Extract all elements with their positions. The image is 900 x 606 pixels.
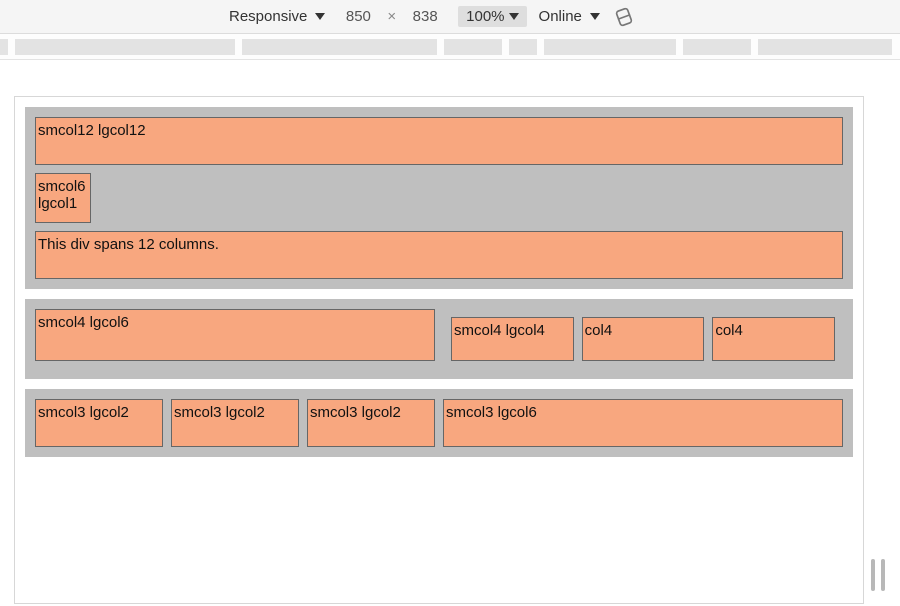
throttling-selector[interactable]: Online	[535, 8, 600, 25]
col-label: smcol4 lgcol6	[38, 314, 129, 331]
grid-row: smcol4 lgcol6 smcol4 lgcol4 col4 col4	[25, 299, 853, 379]
viewport-height-input[interactable]	[400, 5, 450, 29]
col-label: smcol3 lgcol2	[310, 404, 401, 421]
grid-col: smcol3 lgcol2	[35, 399, 163, 447]
canvas-area: smcol12 lgcol12 smcol6 lgcol1 This div s…	[0, 60, 900, 606]
simulated-viewport: smcol12 lgcol12 smcol6 lgcol1 This div s…	[14, 96, 864, 604]
zoom-label: 100%	[466, 8, 504, 25]
grid-row: smcol12 lgcol12 smcol6 lgcol1 This div s…	[25, 107, 853, 289]
viewport-width-input[interactable]	[333, 5, 383, 29]
grid-col: smcol12 lgcol12	[35, 117, 843, 165]
caret-down-icon	[509, 13, 519, 20]
grid-col: This div spans 12 columns.	[35, 231, 843, 279]
col-label: smcol3 lgcol2	[38, 404, 129, 421]
caret-down-icon	[315, 13, 325, 20]
col-label: smcol6	[38, 178, 86, 195]
responsive-toolbar: Responsive × 100% Online	[0, 0, 900, 34]
col-label: smcol3 lgcol6	[446, 404, 537, 421]
caret-down-icon	[590, 13, 600, 20]
rotate-viewport-button[interactable]	[614, 7, 634, 27]
col-label: This div spans 12 columns.	[38, 236, 219, 253]
col-label: smcol3 lgcol2	[174, 404, 265, 421]
col-label: col4	[715, 322, 743, 339]
throttling-label: Online	[535, 8, 586, 25]
grid-col: col4	[582, 317, 705, 361]
device-mode-selector[interactable]: Responsive	[225, 8, 325, 25]
viewport-size: ×	[333, 5, 450, 29]
rotate-icon	[611, 4, 637, 30]
grid-col: smcol3 lgcol2	[171, 399, 299, 447]
viewport-resize-handle[interactable]	[871, 559, 885, 591]
grid-col: col4	[712, 317, 835, 361]
breakpoint-ruler	[0, 34, 900, 60]
grid-col: smcol6 lgcol1	[35, 173, 91, 223]
col-label: smcol12 lgcol12	[38, 122, 146, 139]
grid-col: smcol4 lgcol4	[451, 317, 574, 361]
nested-row: smcol4 lgcol4 col4 col4	[447, 313, 839, 365]
nested-grid-col: smcol4 lgcol4 col4 col4	[443, 309, 843, 369]
grid-col: smcol3 lgcol2	[307, 399, 435, 447]
device-mode-label: Responsive	[225, 8, 311, 25]
dimension-separator: ×	[387, 8, 396, 25]
grid-col: smcol4 lgcol6	[35, 309, 435, 361]
grid-col: smcol3 lgcol6	[443, 399, 843, 447]
zoom-selector[interactable]: 100%	[458, 6, 526, 27]
col-label: col4	[585, 322, 613, 339]
col-label: lgcol1	[38, 195, 77, 212]
grid-row: smcol3 lgcol2 smcol3 lgcol2 smcol3 lgcol…	[25, 389, 853, 457]
col-label: smcol4 lgcol4	[454, 322, 545, 339]
